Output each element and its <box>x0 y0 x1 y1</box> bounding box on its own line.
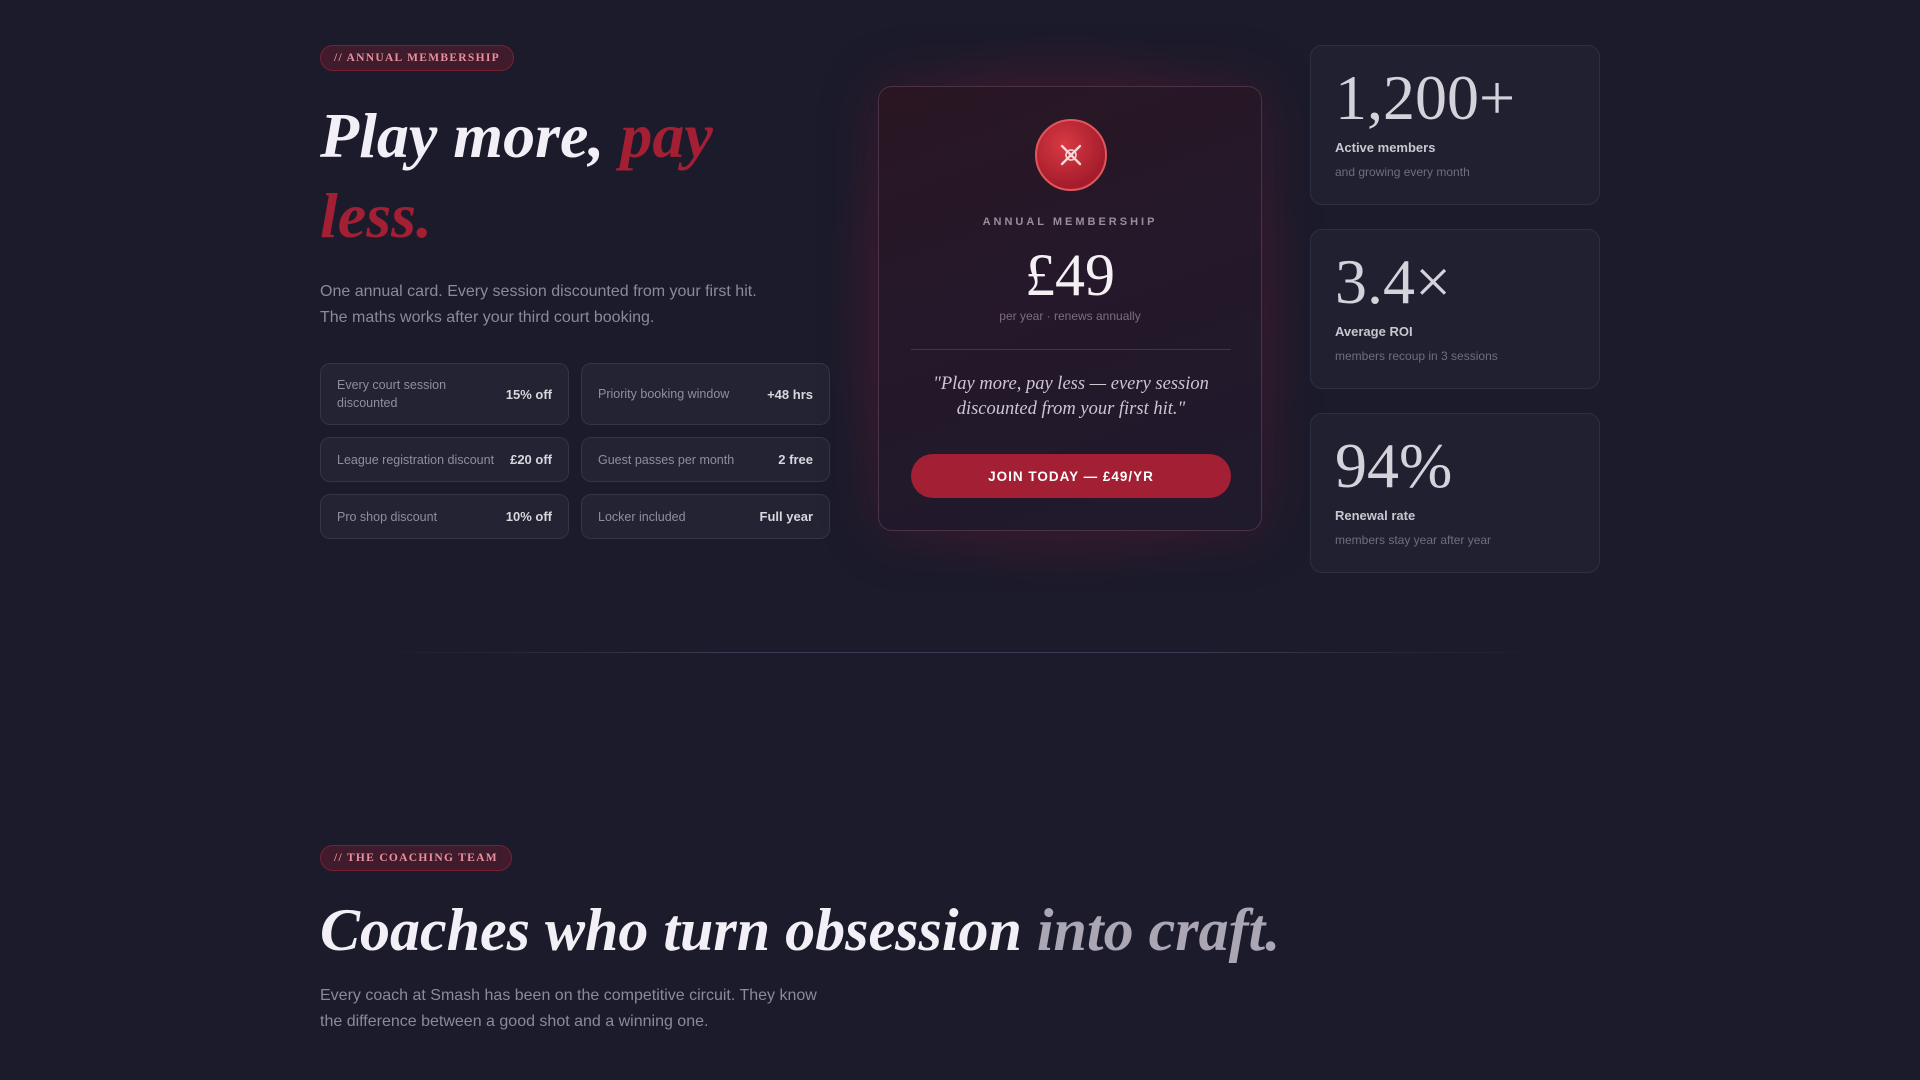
hero-title-accent: pay <box>620 100 713 171</box>
stat-value: 3.4× <box>1335 246 1452 317</box>
stat-label: Average ROI <box>1335 324 1413 339</box>
stat-value: 1,200+ <box>1335 62 1516 133</box>
stat-caption: members recoup in 3 sessions <box>1335 349 1498 363</box>
benefit-court-sessions: Every court session discounted 15% off <box>320 363 569 425</box>
section-divider <box>370 652 1550 653</box>
benefit-label: Locker included <box>598 509 686 524</box>
coaching-description-line-2: the difference between a good shot and a… <box>320 1013 709 1030</box>
crossed-rackets-icon <box>1035 119 1107 191</box>
stat-card-members: 1,200+ Active members and growing every … <box>1310 45 1600 205</box>
benefit-value: Full year <box>759 509 813 524</box>
coaching-title-accent: into craft. <box>1036 897 1281 963</box>
hero-title-main: Play more, <box>320 100 621 171</box>
card-eyebrow: ANNUAL MEMBERSHIP <box>982 216 1158 228</box>
benefit-value: 2 free <box>778 452 813 467</box>
benefit-value: 10% off <box>505 509 552 524</box>
stat-value: 94% <box>1335 430 1453 501</box>
coaching-eyebrow-badge: // THE COACHING TEAM <box>320 845 512 871</box>
hero-title: Play more, pay less. <box>320 96 840 256</box>
hero-description-line-1: One annual card. Every session discounte… <box>320 283 757 300</box>
hero-description-line-2: The maths works after your third court b… <box>320 309 655 326</box>
benefit-label: Priority booking window <box>598 387 730 401</box>
price-subtext: per year · renews annually <box>999 309 1141 323</box>
card-divider <box>911 349 1231 350</box>
coaching-title-main: Coaches who turn obsession <box>320 897 1037 963</box>
benefit-priority-booking: Priority booking window +48 hrs <box>581 363 830 425</box>
benefit-guest-passes: Guest passes per month 2 free <box>581 437 830 482</box>
hero-title-accent-2: less. <box>320 180 432 251</box>
benefit-league-registration: League registration discount £20 off <box>320 437 569 482</box>
card-quote: "Play more, pay less — every session dis… <box>933 374 1209 419</box>
benefits-grid: Every court session discounted 15% off P… <box>320 363 830 539</box>
hero-description: One annual card. Every session discounte… <box>320 279 790 331</box>
join-today-button[interactable]: JOIN TODAY — £49/YR <box>911 454 1231 498</box>
stat-card-renewal: 94% Renewal rate members stay year after… <box>1310 413 1600 573</box>
stat-label: Active members <box>1335 140 1436 155</box>
membership-card: ANNUAL MEMBERSHIP £49 per year · renews … <box>878 86 1262 531</box>
benefit-label: League registration discount <box>337 452 495 467</box>
membership-eyebrow-badge: // ANNUAL MEMBERSHIP <box>320 45 514 71</box>
benefit-label: Every court session discounted <box>337 378 447 410</box>
benefit-value: £20 off <box>510 452 552 467</box>
stat-card-roi: 3.4× Average ROI members recoup in 3 ses… <box>1310 229 1600 389</box>
membership-price: £49 <box>1025 242 1115 308</box>
stat-caption: members stay year after year <box>1335 533 1492 547</box>
benefit-locker: Locker included Full year <box>581 494 830 539</box>
benefit-value: +48 hrs <box>767 386 813 402</box>
benefit-value: 15% off <box>505 386 552 402</box>
benefit-label: Guest passes per month <box>598 452 735 467</box>
benefit-label: Pro shop discount <box>337 509 438 524</box>
coaching-description-line-1: Every coach at Smash has been on the com… <box>320 987 817 1004</box>
coaching-description: Every coach at Smash has been on the com… <box>320 983 860 1035</box>
benefit-pro-shop: Pro shop discount 10% off <box>320 494 569 539</box>
stat-caption: and growing every month <box>1335 165 1470 179</box>
coaching-title: Coaches who turn obsession into craft. <box>320 890 1420 970</box>
stat-label: Renewal rate <box>1335 508 1416 523</box>
